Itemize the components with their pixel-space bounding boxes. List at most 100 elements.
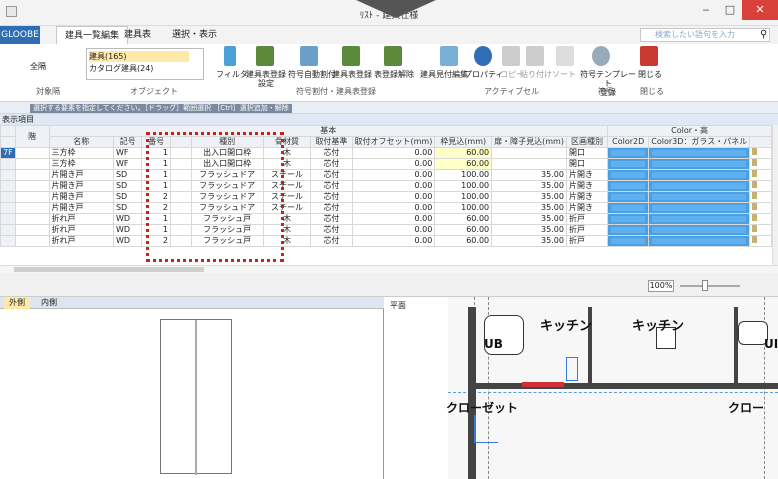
- table-cell[interactable]: 芯付: [310, 213, 353, 225]
- table-cell[interactable]: 折れ戸: [48, 213, 114, 225]
- table-cell[interactable]: 折れ戸: [48, 224, 114, 236]
- table-cell[interactable]: [14, 169, 50, 181]
- table-cell[interactable]: 35.00: [491, 180, 567, 192]
- table-cell[interactable]: 0.00: [351, 213, 436, 225]
- table-cell[interactable]: [0, 180, 16, 192]
- table-cell[interactable]: [491, 147, 567, 159]
- table-cell[interactable]: 片開き: [565, 191, 609, 203]
- selected-door[interactable]: [522, 382, 564, 387]
- table-cell[interactable]: [607, 180, 650, 192]
- table-cell[interactable]: [0, 169, 16, 181]
- table-cell[interactable]: [607, 158, 650, 170]
- table-cell[interactable]: [648, 235, 751, 247]
- table-cell[interactable]: 芯付: [310, 191, 353, 203]
- table-cell[interactable]: [749, 202, 772, 214]
- table-row[interactable]: 折れ戸 WD 1 フラッシュ戸木芯付 0.00 60.00 35.00 折戸: [0, 224, 772, 236]
- table-cell[interactable]: [607, 169, 650, 181]
- col-floor[interactable]: 階: [14, 125, 50, 148]
- table-cell[interactable]: 折戸: [565, 235, 609, 247]
- table-cell[interactable]: 100.00: [434, 180, 493, 192]
- table-cell[interactable]: 三方枠: [48, 158, 114, 170]
- table-cell[interactable]: [0, 191, 16, 203]
- table-cell[interactable]: 芯付: [310, 147, 353, 159]
- table-cell[interactable]: [14, 180, 50, 192]
- table-cell[interactable]: 片開き: [565, 202, 609, 214]
- table-cell[interactable]: [749, 224, 772, 236]
- col-color2d[interactable]: Color2D: [607, 136, 650, 148]
- close-window-button[interactable]: ✕: [742, 0, 778, 20]
- list-item[interactable]: カタログ建具(24): [89, 63, 153, 74]
- table-cell[interactable]: 60.00: [434, 158, 493, 170]
- table-cell[interactable]: [0, 235, 16, 247]
- table-row[interactable]: 7F 三方枠 WF 1 出入口開口枠木芯付 0.00 60.00 開口: [0, 147, 772, 159]
- table-cell[interactable]: [491, 158, 567, 170]
- table-cell[interactable]: 60.00: [434, 235, 493, 247]
- horizontal-scrollbar[interactable]: [0, 265, 778, 273]
- sort-button[interactable]: ソート: [552, 70, 576, 79]
- table-cell[interactable]: 芯付: [310, 169, 353, 181]
- table-cell[interactable]: 100.00: [434, 202, 493, 214]
- table-cell[interactable]: 60.00: [434, 224, 493, 236]
- table-cell[interactable]: 折れ戸: [48, 235, 114, 247]
- property-button[interactable]: プロパティ: [464, 70, 504, 79]
- table-cell[interactable]: 100.00: [434, 191, 493, 203]
- table-cell[interactable]: 35.00: [491, 169, 567, 181]
- list-item[interactable]: 建具(165): [89, 51, 189, 62]
- col-door-depth[interactable]: 扉・障子見込(mm): [491, 136, 567, 148]
- table-cell[interactable]: 0.00: [351, 235, 436, 247]
- table-cell[interactable]: 0.00: [351, 224, 436, 236]
- minimize-button[interactable]: ‒: [694, 0, 718, 20]
- close-button[interactable]: 閉じる: [638, 70, 662, 79]
- table-cell[interactable]: [648, 158, 751, 170]
- table-cell[interactable]: [648, 213, 751, 225]
- auto-assign-button[interactable]: 符号自動割付: [288, 70, 336, 79]
- table-cell[interactable]: SD: [112, 202, 143, 214]
- table-cell[interactable]: [648, 147, 751, 159]
- table-cell[interactable]: 芯付: [310, 158, 353, 170]
- table-cell[interactable]: 片開き戸: [48, 169, 114, 181]
- filter-icon[interactable]: [224, 46, 236, 66]
- table-cell[interactable]: 35.00: [491, 202, 567, 214]
- table-cell[interactable]: 折戸: [565, 213, 609, 225]
- table-cell[interactable]: 0.00: [351, 147, 436, 159]
- table-cell[interactable]: [648, 191, 751, 203]
- table-cell[interactable]: 芯付: [310, 235, 353, 247]
- table-cell[interactable]: [749, 147, 772, 159]
- table-cell[interactable]: WD: [112, 213, 143, 225]
- table-row[interactable]: 片開き戸 SD 1 フラッシュドア スチール 芯付 0.00 100.00 35.00 片開き: [0, 169, 772, 181]
- table-cell[interactable]: [648, 224, 751, 236]
- table-cell[interactable]: 開口: [565, 147, 609, 159]
- table-cell[interactable]: 0.00: [351, 158, 436, 170]
- table-cell[interactable]: [14, 224, 50, 236]
- tab-file[interactable]: GLOOBE: [0, 26, 40, 44]
- table-row[interactable]: 片開き戸 SD 2 フラッシュドア スチール 芯付 0.00 100.00 35.00 片開き: [0, 191, 772, 203]
- all-floors-button[interactable]: 全隔: [30, 62, 46, 71]
- release-button[interactable]: 表登録解除: [374, 70, 414, 79]
- scroll-thumb[interactable]: [14, 267, 204, 272]
- table-cell[interactable]: [14, 158, 50, 170]
- table-cell[interactable]: [0, 202, 16, 214]
- tab-select-display[interactable]: 選択・表示: [164, 26, 225, 44]
- table-cell[interactable]: 35.00: [491, 213, 567, 225]
- table-cell[interactable]: [607, 213, 650, 225]
- table-cell[interactable]: 芯付: [310, 224, 353, 236]
- zoom-slider-thumb[interactable]: [702, 280, 708, 291]
- table-cell[interactable]: [749, 169, 772, 181]
- table-cell[interactable]: 100.00: [434, 169, 493, 181]
- table-cell[interactable]: [749, 180, 772, 192]
- table-cell[interactable]: 0.00: [351, 169, 436, 181]
- paste-button[interactable]: 貼り付け: [520, 70, 552, 79]
- table-cell[interactable]: [648, 180, 751, 192]
- table-cell[interactable]: [749, 158, 772, 170]
- table-row[interactable]: 片開き戸 SD 1 フラッシュドア スチール 芯付 0.00 100.00 35.00 片開き: [0, 180, 772, 192]
- register-button[interactable]: 建具表登録: [332, 70, 372, 79]
- tab-outside[interactable]: 外側: [4, 297, 30, 309]
- col-more[interactable]: [749, 136, 772, 148]
- table-register-settings-button[interactable]: 建具表登録 設定: [246, 70, 286, 88]
- table-cell[interactable]: SD: [112, 180, 143, 192]
- search-icon[interactable]: ⚲: [760, 29, 767, 40]
- table-cell[interactable]: [607, 202, 650, 214]
- attribute-edit-button[interactable]: 建具見付編集: [420, 70, 468, 79]
- table-cell[interactable]: 60.00: [434, 213, 493, 225]
- table-cell[interactable]: 0.00: [351, 202, 436, 214]
